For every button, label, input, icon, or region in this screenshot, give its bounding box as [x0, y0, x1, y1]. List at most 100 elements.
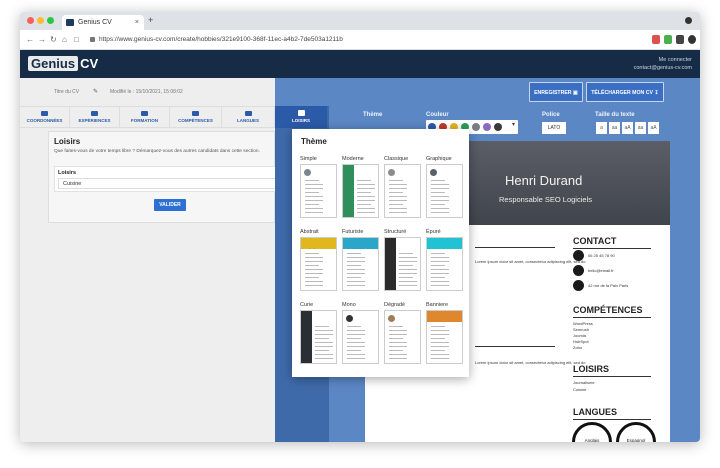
- browser-menu-icon[interactable]: [685, 17, 692, 24]
- color-swatch[interactable]: [483, 123, 491, 131]
- theme-option[interactable]: Curie: [300, 302, 338, 364]
- theme-option[interactable]: Simple: [300, 156, 338, 218]
- color-swatch[interactable]: [472, 123, 480, 131]
- modified-date: Modifié le : 15/10/2021, 15:08:02: [110, 89, 183, 95]
- browser-window: Genius CV × + ← → ↻ ⌂ □ https://www.geni…: [20, 12, 700, 442]
- tab-langues[interactable]: LANGUES: [222, 107, 275, 128]
- draft-info: Titre du CV ✎ Modifié le : 15/10/2021, 1…: [20, 78, 275, 106]
- tab-label: COMPÉTENCES: [178, 118, 213, 123]
- save-button[interactable]: ENREGISTRER ▣: [529, 82, 583, 102]
- text-size-label: Taille du texte: [595, 112, 635, 118]
- theme-option[interactable]: Épuré: [426, 229, 464, 291]
- forward-icon[interactable]: →: [38, 35, 46, 45]
- cv-body-text: Lorem ipsum dolor sit amet, consectetur …: [475, 259, 586, 264]
- divider: [573, 376, 651, 377]
- theme-option[interactable]: Structuré: [384, 229, 422, 291]
- contact-email: hello@email.fr: [588, 268, 614, 273]
- extension-icon[interactable]: [652, 35, 660, 44]
- text-size-option[interactable]: aA: [648, 122, 659, 134]
- download-button[interactable]: TÉLÉCHARGER MON CV ↧: [586, 82, 664, 102]
- tab-coordonnees[interactable]: COORDONNÉES: [20, 107, 70, 128]
- puzzle-icon[interactable]: [676, 35, 684, 44]
- hobby-item: Journalisme: [573, 380, 595, 385]
- bookmark-icon[interactable]: □: [74, 35, 79, 45]
- minimize-window-button[interactable]: [37, 17, 44, 24]
- theme-thumbnail: [300, 310, 337, 364]
- color-swatch[interactable]: [494, 123, 502, 131]
- browser-tab[interactable]: Genius CV ×: [62, 15, 144, 30]
- close-tab-icon[interactable]: ×: [135, 15, 139, 30]
- cv-skills-title: COMPÉTENCES: [573, 305, 643, 315]
- save-icon: ▣: [573, 90, 578, 96]
- book-icon: [297, 110, 305, 116]
- theme-name: Épuré: [426, 229, 441, 235]
- profile-icon[interactable]: [688, 35, 696, 44]
- skill-item: Joomla: [573, 333, 586, 338]
- edit-pencil-icon[interactable]: ✎: [93, 88, 98, 95]
- theme-thumbnail: [384, 164, 421, 218]
- home-icon[interactable]: ⌂: [62, 35, 67, 45]
- language-icon: [244, 111, 252, 116]
- text-size-option[interactable]: aA: [622, 122, 633, 134]
- font-select[interactable]: LATO: [542, 122, 566, 134]
- theme-option[interactable]: Futuriste: [342, 229, 380, 291]
- theme-name: Banniere: [426, 302, 449, 308]
- back-icon[interactable]: ←: [26, 35, 34, 45]
- email-icon: [573, 265, 584, 276]
- theme-name: Moderne: [342, 156, 364, 162]
- theme-thumbnail: [426, 164, 463, 218]
- theme-name: Mono: [342, 302, 356, 308]
- contact-card-icon: [41, 111, 48, 116]
- text-size-option[interactable]: aa: [635, 122, 646, 134]
- hobby-input[interactable]: Cuisine: [58, 178, 288, 189]
- cv-role: Responsable SEO Logiciels: [499, 195, 592, 204]
- tab-experiences[interactable]: EXPÉRIENCES: [70, 107, 120, 128]
- close-window-button[interactable]: [27, 17, 34, 24]
- skill-item: Semrush: [573, 327, 590, 332]
- validate-button[interactable]: VALIDER: [154, 199, 186, 211]
- graduation-cap-icon: [141, 111, 148, 116]
- tab-competences[interactable]: COMPÉTENCES: [170, 107, 222, 128]
- theme-option[interactable]: Moderne: [342, 156, 380, 218]
- account-menu[interactable]: Me connecter contact@genius-cv.com: [634, 56, 692, 72]
- skill-item: WordPress: [573, 321, 593, 326]
- section-hint: Que faites-vous de votre temps libre ? D…: [54, 149, 260, 154]
- new-tab-button[interactable]: +: [148, 15, 153, 25]
- hobbies-panel: Loisirs Que faites-vous de votre temps l…: [48, 131, 294, 223]
- site-logo[interactable]: Genius CV: [28, 55, 98, 73]
- theme-option[interactable]: Dégradé: [384, 302, 422, 364]
- theme-option[interactable]: Abstrait: [300, 229, 338, 291]
- theme-option[interactable]: Classique: [384, 156, 422, 218]
- text-size-option[interactable]: a: [596, 122, 607, 134]
- tab-formation[interactable]: FORMATION: [120, 107, 170, 128]
- draft-title[interactable]: Titre du CV: [54, 89, 79, 95]
- divider: [475, 247, 555, 248]
- download-icon: ↧: [654, 90, 659, 96]
- theme-option[interactable]: Graphique: [426, 156, 464, 218]
- theme-name: Curie: [300, 302, 314, 308]
- theme-thumbnail: [342, 164, 379, 218]
- theme-name: Simple: [300, 156, 317, 162]
- tab-loisirs[interactable]: LOISIRS: [275, 106, 327, 128]
- hobby-item: Cuisine: [573, 387, 587, 392]
- cv-hobbies-title: LOISIRS: [573, 364, 610, 374]
- reload-icon[interactable]: ↻: [50, 35, 57, 45]
- theme-label: Thème: [363, 112, 383, 118]
- theme-option[interactable]: Banniere: [426, 302, 464, 364]
- tab-bar: Genius CV × +: [20, 12, 700, 30]
- url-field[interactable]: https://www.genius-cv.com/create/hobbies…: [90, 34, 630, 46]
- divider: [573, 419, 651, 420]
- theme-name: Abstrait: [300, 229, 319, 235]
- phone-icon: [573, 250, 584, 261]
- text-size-option[interactable]: aa: [609, 122, 620, 134]
- extension-icon[interactable]: [664, 35, 672, 44]
- divider: [573, 248, 651, 249]
- maximize-window-button[interactable]: [47, 17, 54, 24]
- cv-body-text: Lorem ipsum dolor sit amet, consectetur …: [475, 360, 586, 365]
- tab-label: LANGUES: [236, 118, 259, 123]
- theme-thumbnail: [300, 237, 337, 291]
- wrench-icon: [192, 111, 199, 116]
- account-name: Me connecter: [658, 57, 692, 63]
- field-label: Loisirs: [58, 170, 77, 176]
- theme-option[interactable]: Mono: [342, 302, 380, 364]
